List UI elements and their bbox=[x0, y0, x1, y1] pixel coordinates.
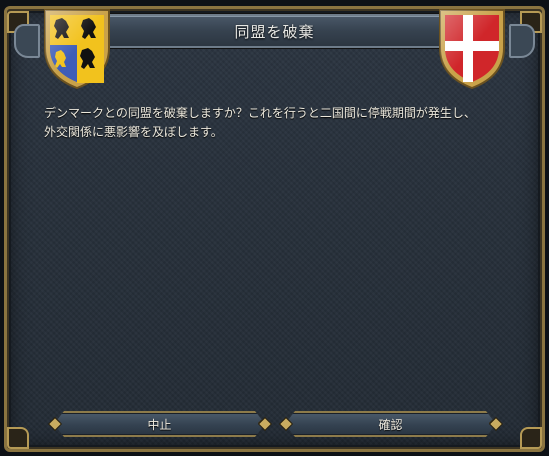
heraldic-lions-coat-of-arms-icon bbox=[44, 9, 110, 90]
danish-cross-coat-of-arms-icon bbox=[439, 9, 505, 90]
title-wing-ornament-left bbox=[14, 24, 40, 58]
confirm-button[interactable]: 確認 bbox=[285, 411, 496, 437]
title-wing-ornament-right bbox=[509, 24, 535, 58]
dialog-title: 同盟を破棄 bbox=[234, 22, 315, 41]
frame-corner-ornament bbox=[520, 427, 542, 449]
cancel-button-label: 中止 bbox=[147, 417, 172, 432]
dialog-message: デンマークとの同盟を破棄しますか？これを行うと二国間に停戦期間が発生し、 外交関… bbox=[44, 104, 514, 142]
message-line-1: デンマークとの同盟を破棄しますか？これを行うと二国間に停戦期間が発生し、 bbox=[44, 106, 476, 120]
confirm-button-label: 確認 bbox=[378, 417, 403, 432]
message-line-2: 外交関係に悪影響を及ぼします。 bbox=[44, 125, 223, 139]
break-alliance-dialog: 同盟を破棄 デンマークとの同盟を破棄しますか？これを行うと二国間に停戦期間が発生… bbox=[0, 0, 549, 456]
cancel-button[interactable]: 中止 bbox=[54, 411, 265, 437]
title-bar: 同盟を破棄 bbox=[96, 14, 453, 48]
frame-corner-ornament bbox=[7, 427, 29, 449]
